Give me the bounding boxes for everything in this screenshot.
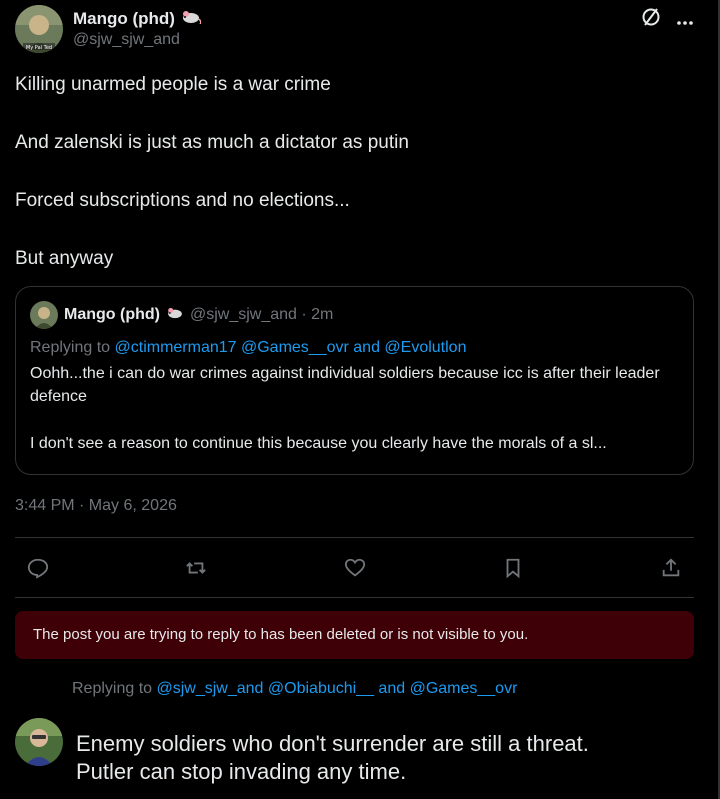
more-icon[interactable]: [676, 9, 694, 31]
quoted-author-handle: @sjw_sjw_and · 2m: [189, 306, 334, 323]
author-name[interactable]: Mango (phd): [73, 9, 175, 29]
quoted-post[interactable]: Mango (phd) @sjw_sjw_and · 2m Replying t…: [15, 286, 694, 475]
action-bar: [15, 548, 694, 588]
quoted-post-header: Mango (phd) @sjw_sjw_and · 2m: [30, 301, 679, 329]
reply-mentions[interactable]: @sjw_sjw_and @Obiabuchi__ and @Games__ov…: [157, 680, 518, 697]
avatar-caption: My Pal Ted: [26, 45, 52, 51]
bookmark-icon[interactable]: [495, 550, 531, 586]
reply-prefix: Replying to: [72, 680, 153, 697]
post-paragraph: Killing unarmed people is a war crime: [15, 74, 331, 95]
post-body: Killing unarmed people is a war crime An…: [15, 73, 695, 305]
reply-user-avatar[interactable]: [15, 718, 63, 766]
quoted-author-name: Mango (phd): [64, 306, 160, 323]
divider: [15, 597, 694, 598]
deleted-post-notice: The post you are trying to reply to has …: [15, 611, 694, 659]
repost-icon[interactable]: [178, 550, 214, 586]
replying-mentions[interactable]: @ctimmerman17 @Games__ovr and @Evolutlon: [115, 339, 467, 356]
quoted-paragraph: Oohh...the i can do war crimes against i…: [30, 365, 660, 405]
post-paragraph: But anyway: [15, 248, 114, 269]
quoted-author-avatar: [30, 301, 58, 329]
quoted-text: Oohh...the i can do war crimes against i…: [30, 362, 679, 455]
rat-emoji-icon: [181, 9, 202, 29]
replying-prefix: Replying to: [30, 339, 111, 356]
reply-line: Enemy soldiers who don't surrender are s…: [76, 731, 589, 756]
post-author-row: My Pal Ted Mango (phd) @sjw_sjw_and: [15, 5, 705, 53]
post-paragraph: And zalenski is just as much a dictator …: [15, 132, 409, 153]
top-actions: [640, 6, 694, 33]
author-handle[interactable]: @sjw_sjw_and: [73, 31, 201, 49]
reply-line: Putler can stop invading any time.: [76, 759, 407, 784]
reply-text[interactable]: Enemy soldiers who don't surrender are s…: [76, 730, 706, 786]
author-name-row[interactable]: Mango (phd): [73, 9, 202, 29]
quoted-replying-to: Replying to @ctimmerman17 @Games__ovr an…: [30, 339, 679, 357]
reply-icon[interactable]: [20, 550, 56, 586]
author-avatar[interactable]: My Pal Ted: [15, 5, 63, 53]
share-icon[interactable]: [653, 550, 689, 586]
post-paragraph: Forced subscriptions and no elections...: [15, 190, 350, 211]
quoted-paragraph: I don't see a reason to continue this be…: [30, 435, 607, 452]
avatar-image: My Pal Ted: [15, 5, 63, 53]
like-icon[interactable]: [337, 550, 373, 586]
rat-emoji-icon: [166, 306, 184, 324]
reply-replying-to: Replying to @sjw_sjw_and @Obiabuchi__ an…: [72, 680, 517, 698]
post-timestamp[interactable]: 3:44 PM · May 6, 2026: [15, 497, 177, 515]
divider: [15, 537, 694, 538]
slash-circle-icon[interactable]: [640, 6, 662, 33]
